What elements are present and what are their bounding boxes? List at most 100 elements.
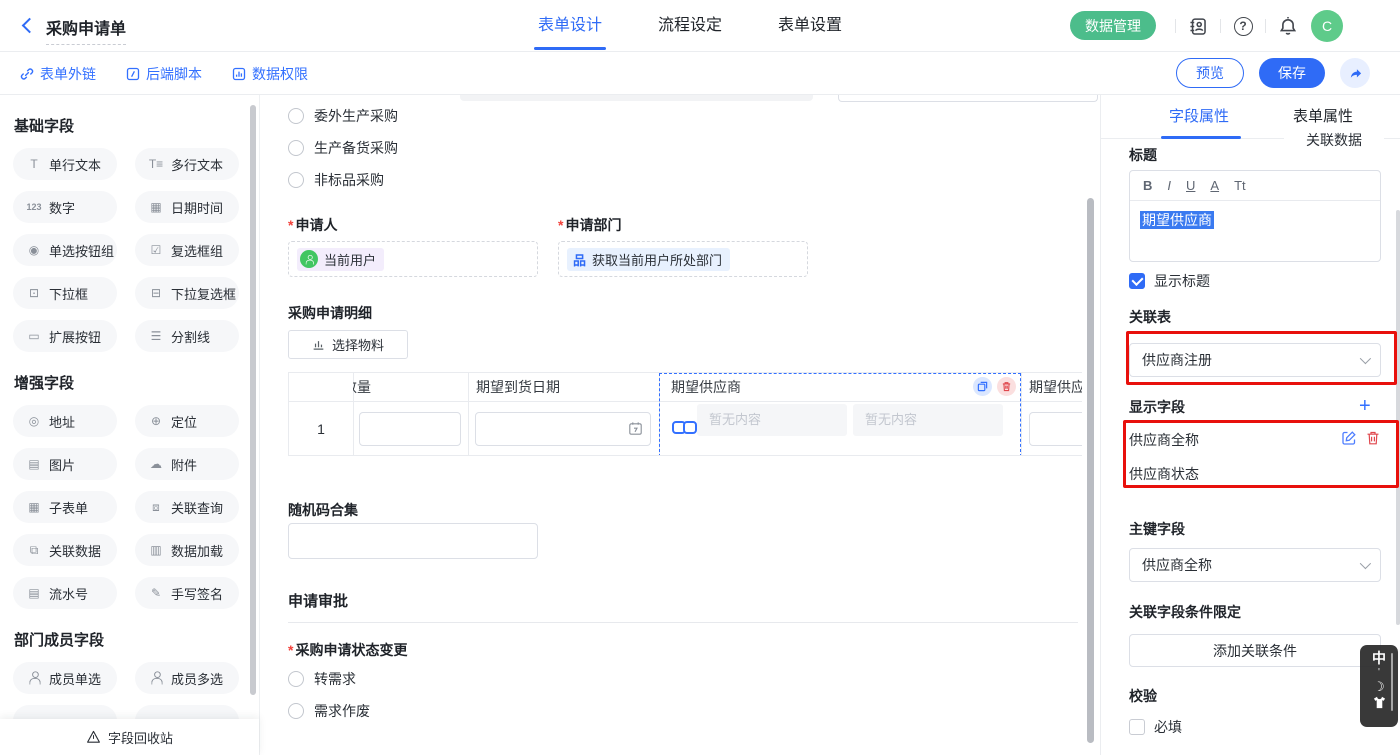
- underline-button[interactable]: U: [1186, 178, 1195, 193]
- field-button-radio-group[interactable]: ◉单选按钮组: [13, 234, 117, 266]
- title-editor-body[interactable]: 期望供应商: [1130, 201, 1380, 239]
- backend-script-link[interactable]: 后端脚本: [126, 64, 202, 84]
- column-header-expected-supplier[interactable]: 期望供应商: [671, 373, 891, 401]
- data-manage-button[interactable]: 数据管理: [1070, 11, 1156, 40]
- tab-flow-settings[interactable]: 流程设定: [658, 0, 722, 52]
- ime-punctuation-icon[interactable]: ': [1378, 668, 1380, 677]
- field-button-linked-data[interactable]: ⧉关联数据: [13, 534, 117, 566]
- column-header-expected-date[interactable]: 期望到货日期: [476, 373, 658, 401]
- field-button-image[interactable]: ▤图片: [13, 448, 117, 480]
- partial-input-top: [838, 95, 1098, 102]
- data-permission-link[interactable]: 数据权限: [232, 64, 308, 84]
- date-picker-icon[interactable]: [628, 421, 643, 436]
- field-button-address[interactable]: ◎地址: [13, 405, 117, 437]
- field-button-multi-line-text[interactable]: T≡多行文本: [135, 148, 239, 180]
- add-condition-button[interactable]: 添加关联条件: [1129, 634, 1381, 667]
- linked-data-icon[interactable]: [672, 420, 699, 436]
- linked-table-select[interactable]: 供应商注册: [1129, 343, 1381, 377]
- panel-scrollbar[interactable]: [1396, 210, 1400, 625]
- address-icon: ◎: [26, 414, 42, 428]
- required-row: 必填: [1129, 717, 1182, 737]
- tab-form-settings[interactable]: 表单设置: [778, 0, 842, 52]
- field-type-badge: 关联数据: [1284, 125, 1384, 154]
- preview-button[interactable]: 预览: [1176, 58, 1244, 88]
- field-button-single-line-text[interactable]: T单行文本: [13, 148, 117, 180]
- applicant-field[interactable]: 当前用户: [288, 241, 538, 277]
- field-button-divider[interactable]: ☰分割线: [135, 320, 239, 352]
- page-title[interactable]: 采购申请单: [46, 15, 126, 45]
- field-button-signature[interactable]: ✎手写签名: [135, 577, 239, 609]
- field-button-checkbox-group[interactable]: ☑复选框组: [135, 234, 239, 266]
- date-input[interactable]: [475, 412, 651, 446]
- title-editor[interactable]: B I U A Tt 期望供应商: [1129, 170, 1381, 262]
- tab-form-design[interactable]: 表单设计: [538, 0, 602, 52]
- supplier-placeholder-1[interactable]: 暂无内容: [697, 404, 847, 436]
- department-field[interactable]: 品 获取当前用户所处部门: [558, 241, 808, 277]
- contacts-icon[interactable]: [1185, 13, 1211, 39]
- ime-halfwidth-moon-icon[interactable]: ☽: [1373, 679, 1385, 694]
- approval-section-label: 申请审批: [288, 590, 348, 611]
- display-field-row[interactable]: 供应商状态: [1129, 464, 1381, 484]
- font-color-button[interactable]: A: [1210, 178, 1219, 193]
- ime-skin-icon[interactable]: [1372, 696, 1387, 709]
- select-material-button[interactable]: 选择物料: [288, 330, 408, 359]
- field-button-data-load[interactable]: ▥数据加载: [135, 534, 239, 566]
- canvas-scrollbar[interactable]: [1087, 198, 1094, 743]
- radio-icon[interactable]: [288, 108, 304, 124]
- show-title-checkbox[interactable]: [1129, 273, 1145, 289]
- supplier-placeholder-2[interactable]: 暂无内容: [853, 404, 1003, 436]
- sidebar-scrollbar[interactable]: [250, 105, 256, 695]
- add-display-field-icon[interactable]: +: [1359, 397, 1371, 415]
- primary-key-select[interactable]: 供应商全称: [1129, 548, 1381, 582]
- save-button[interactable]: 保存: [1259, 58, 1325, 88]
- field-button-location[interactable]: ⊕定位: [135, 405, 239, 437]
- bold-button[interactable]: B: [1143, 178, 1152, 193]
- ime-language-mode[interactable]: 中: [1372, 650, 1386, 666]
- display-field-row[interactable]: 供应商全称: [1129, 430, 1381, 450]
- radio-icon[interactable]: [288, 140, 304, 156]
- random-code-input[interactable]: [288, 523, 538, 559]
- back-icon[interactable]: [22, 18, 38, 34]
- input-method-toolbar[interactable]: 中 ' ☽: [1360, 645, 1398, 727]
- field-button-serial-number[interactable]: ▤流水号: [13, 577, 117, 609]
- field-button-linked-query[interactable]: ⧈关联查询: [135, 491, 239, 523]
- help-icon[interactable]: ?: [1230, 13, 1256, 39]
- column-header-quantity[interactable]: 数量: [353, 373, 467, 401]
- top-icons: ? C: [1166, 0, 1343, 52]
- user-avatar[interactable]: C: [1311, 10, 1343, 42]
- column-header-expected-supplier-2[interactable]: 期望供应商: [1029, 373, 1082, 401]
- radio-icon[interactable]: [288, 172, 304, 188]
- display-fields-label: 显示字段: [1129, 397, 1185, 417]
- font-size-button[interactable]: Tt: [1234, 178, 1246, 193]
- extend-button-icon: ▭: [26, 329, 42, 343]
- radio-icon[interactable]: [288, 671, 304, 687]
- field-button-member-multi[interactable]: 成员多选: [135, 662, 239, 694]
- field-button-datetime[interactable]: ▦日期时间: [135, 191, 239, 223]
- delete-field-icon[interactable]: [1365, 430, 1381, 446]
- field-button-extend-button[interactable]: ▭扩展按钮: [13, 320, 117, 352]
- quantity-input[interactable]: [359, 412, 461, 446]
- section-divider: [288, 622, 1078, 623]
- field-button-subform[interactable]: ▦子表单: [13, 491, 117, 523]
- tab-field-properties[interactable]: 字段属性: [1169, 95, 1229, 139]
- copy-column-icon[interactable]: [973, 377, 992, 396]
- supplier2-input[interactable]: [1029, 412, 1082, 446]
- field-button-dropdown[interactable]: ⊡下拉框: [13, 277, 117, 309]
- radio-icon[interactable]: [288, 703, 304, 719]
- field-button-number[interactable]: 123数字: [13, 191, 117, 223]
- italic-button[interactable]: I: [1167, 178, 1171, 193]
- divider: [1175, 19, 1176, 33]
- share-button[interactable]: [1340, 58, 1370, 88]
- ime-drag-handle[interactable]: [1391, 653, 1393, 711]
- field-button-multi-dropdown[interactable]: ⊟下拉复选框: [135, 277, 239, 309]
- edit-field-icon[interactable]: [1341, 430, 1357, 446]
- field-button-attachment[interactable]: ☁附件: [135, 448, 239, 480]
- required-checkbox[interactable]: [1129, 719, 1145, 735]
- delete-column-icon[interactable]: [997, 377, 1016, 396]
- recycle-icon: [86, 730, 101, 744]
- field-button-member-single[interactable]: 成员单选: [13, 662, 117, 694]
- form-external-link[interactable]: 表单外链: [20, 64, 96, 84]
- field-recycle-bin[interactable]: 字段回收站: [0, 719, 259, 755]
- notification-bell-icon[interactable]: [1275, 13, 1301, 39]
- chevron-down-icon: [1360, 353, 1371, 364]
